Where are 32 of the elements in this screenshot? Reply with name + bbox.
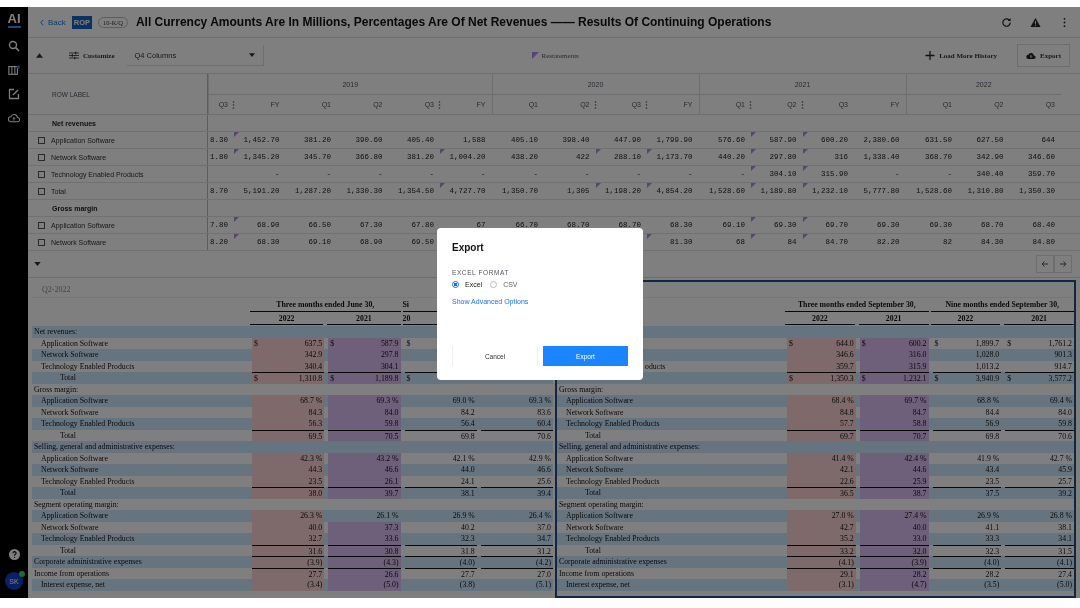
warning-icon[interactable] <box>1030 16 1041 28</box>
collapse-caret-icon[interactable] <box>36 53 43 58</box>
app-logo[interactable]: AI <box>7 13 21 28</box>
columns-icon[interactable] <box>8 64 20 76</box>
row-checkbox[interactable] <box>38 136 45 144</box>
column-menu-icon[interactable] <box>232 100 235 109</box>
row-checkbox[interactable] <box>38 170 45 178</box>
row-checkbox[interactable] <box>38 238 45 246</box>
edit-icon[interactable] <box>8 88 20 100</box>
sliders-icon[interactable] <box>69 51 79 60</box>
expand-caret-icon[interactable] <box>34 262 41 266</box>
row-checkbox[interactable] <box>38 187 45 195</box>
back-link[interactable]: Back <box>40 17 66 27</box>
column-menu-icon[interactable] <box>593 100 597 109</box>
dropdown-caret-icon[interactable] <box>248 53 255 57</box>
refresh-icon[interactable] <box>1001 16 1012 28</box>
help-icon[interactable] <box>8 549 20 560</box>
column-menu-icon[interactable] <box>749 100 752 109</box>
cloud-upload-icon[interactable] <box>8 112 20 124</box>
column-menu-icon[interactable] <box>800 100 804 109</box>
column-menu-icon[interactable] <box>438 100 441 109</box>
column-menu-icon[interactable] <box>645 100 648 109</box>
back-chevron-icon[interactable] <box>40 18 44 26</box>
page-title: All Currency Amounts Are In Millions, Percentages Are Of Net Revenues —— Results Of Continuing Operations <box>135 15 772 29</box>
plus-icon[interactable] <box>925 51 936 60</box>
row-checkbox[interactable] <box>38 221 45 229</box>
restatement-marker-icon <box>531 52 539 59</box>
cloud-upload-icon[interactable] <box>1026 51 1036 60</box>
search-icon[interactable] <box>8 40 20 52</box>
row-checkbox[interactable] <box>38 153 45 161</box>
document-panel[interactable] <box>555 280 1076 598</box>
dialog-title: Export <box>452 242 485 253</box>
